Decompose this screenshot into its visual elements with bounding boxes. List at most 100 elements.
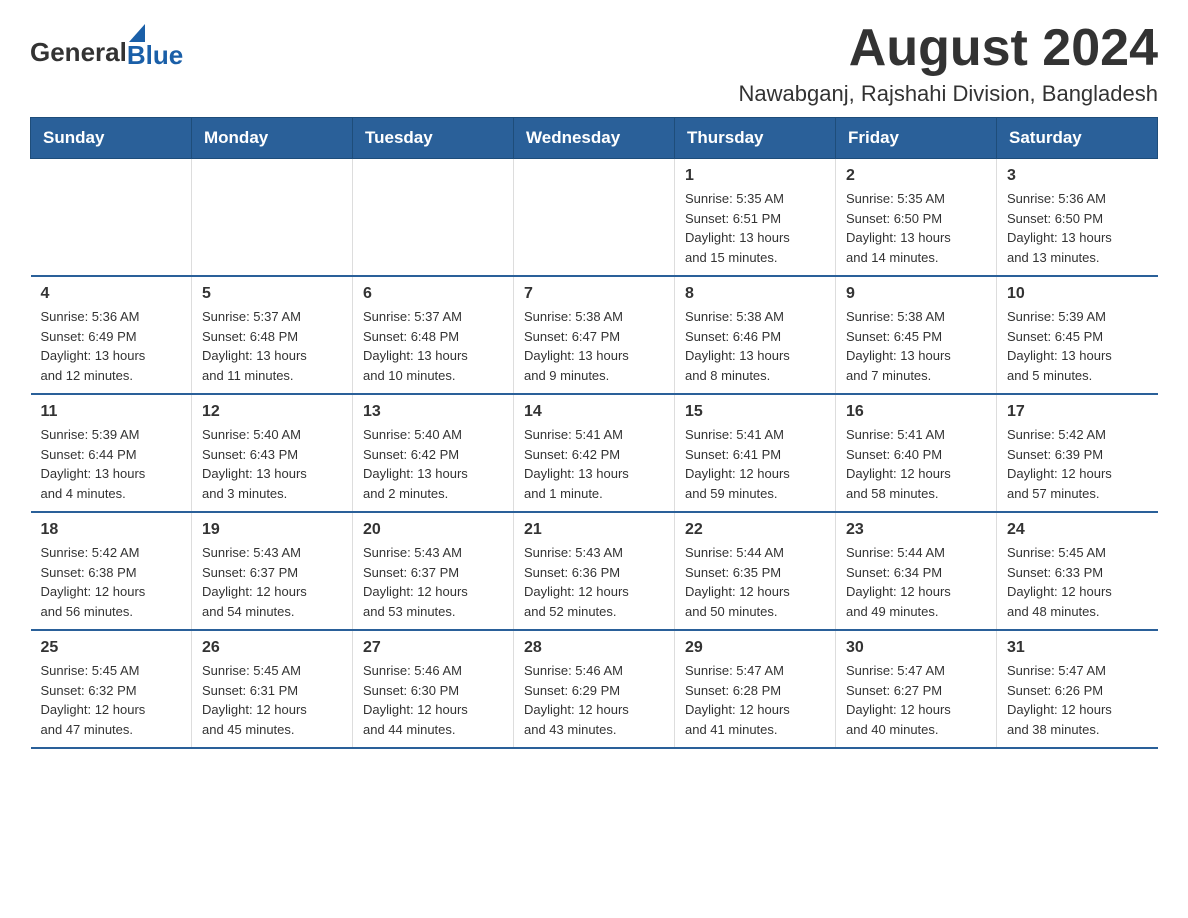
day-number: 6 — [363, 285, 503, 303]
day-cell: 30Sunrise: 5:47 AMSunset: 6:27 PMDayligh… — [836, 630, 997, 748]
day-number: 19 — [202, 521, 342, 539]
day-number: 15 — [685, 403, 825, 421]
day-info: Sunrise: 5:47 AMSunset: 6:26 PMDaylight:… — [1007, 661, 1148, 739]
day-cell: 13Sunrise: 5:40 AMSunset: 6:42 PMDayligh… — [353, 394, 514, 512]
header-row: SundayMondayTuesdayWednesdayThursdayFrid… — [31, 118, 1158, 159]
day-info: Sunrise: 5:43 AMSunset: 6:37 PMDaylight:… — [202, 543, 342, 621]
day-number: 11 — [41, 403, 182, 421]
day-cell: 24 Sunrise: 5:45 AMSunset: 6:33 PMDayligh… — [997, 512, 1158, 630]
day-info: Sunrise: 5:35 AMSunset: 6:50 PMDaylight:… — [846, 189, 986, 267]
day-cell: 21 Sunrise: 5:43 AMSunset: 6:36 PMDayligh… — [514, 512, 675, 630]
day-cell: 17Sunrise: 5:42 AMSunset: 6:39 PMDayligh… — [997, 394, 1158, 512]
day-number: 25 — [41, 639, 182, 657]
calendar-table: SundayMondayTuesdayWednesdayThursdayFrid… — [30, 117, 1158, 749]
day-info: Sunrise: 5:44 AMSunset: 6:35 PMDaylight:… — [685, 543, 825, 621]
day-number: 9 — [846, 285, 986, 303]
day-cell: 12Sunrise: 5:40 AMSunset: 6:43 PMDayligh… — [192, 394, 353, 512]
day-number: 20 — [363, 521, 503, 539]
day-cell: 9 Sunrise: 5:38 AMSunset: 6:45 PMDaylight… — [836, 276, 997, 394]
day-info: Sunrise: 5:47 AMSunset: 6:28 PMDaylight:… — [685, 661, 825, 739]
day-number: 22 — [685, 521, 825, 539]
day-cell — [31, 159, 192, 277]
day-info: Sunrise: 5:39 AMSunset: 6:44 PMDaylight:… — [41, 425, 182, 503]
week-row-2: 4Sunrise: 5:36 AMSunset: 6:49 PMDaylight… — [31, 276, 1158, 394]
day-cell: 6Sunrise: 5:37 AMSunset: 6:48 PMDaylight… — [353, 276, 514, 394]
day-number: 10 — [1007, 285, 1148, 303]
header-cell-sunday: Sunday — [31, 118, 192, 159]
day-cell: 10 Sunrise: 5:39 AMSunset: 6:45 PMDayligh… — [997, 276, 1158, 394]
day-number: 2 — [846, 167, 986, 185]
day-cell: 2 Sunrise: 5:35 AMSunset: 6:50 PMDaylight… — [836, 159, 997, 277]
month-year-title: August 2024 — [739, 20, 1158, 77]
location-title: Nawabganj, Rajshahi Division, Bangladesh — [739, 81, 1158, 107]
day-info: Sunrise: 5:45 AMSunset: 6:32 PMDaylight:… — [41, 661, 182, 739]
day-info: Sunrise: 5:41 AMSunset: 6:41 PMDaylight:… — [685, 425, 825, 503]
day-number: 23 — [846, 521, 986, 539]
day-info: Sunrise: 5:39 AMSunset: 6:45 PMDaylight:… — [1007, 307, 1148, 385]
day-info: Sunrise: 5:42 AMSunset: 6:38 PMDaylight:… — [41, 543, 182, 621]
logo-general-text: General — [30, 37, 127, 68]
day-info: Sunrise: 5:38 AMSunset: 6:46 PMDaylight:… — [685, 307, 825, 385]
header-cell-friday: Friday — [836, 118, 997, 159]
day-cell: 16 Sunrise: 5:41 AMSunset: 6:40 PMDayligh… — [836, 394, 997, 512]
day-number: 14 — [524, 403, 664, 421]
day-number: 12 — [202, 403, 342, 421]
day-number: 31 — [1007, 639, 1148, 657]
week-row-4: 18 Sunrise: 5:42 AMSunset: 6:38 PMDayligh… — [31, 512, 1158, 630]
day-cell: 11 Sunrise: 5:39 AMSunset: 6:44 PMDayligh… — [31, 394, 192, 512]
day-cell: 4Sunrise: 5:36 AMSunset: 6:49 PMDaylight… — [31, 276, 192, 394]
week-row-5: 25 Sunrise: 5:45 AMSunset: 6:32 PMDayligh… — [31, 630, 1158, 748]
logo-blue-text: Blue — [127, 42, 183, 68]
day-cell: 5 Sunrise: 5:37 AMSunset: 6:48 PMDaylight… — [192, 276, 353, 394]
day-info: Sunrise: 5:45 AMSunset: 6:31 PMDaylight:… — [202, 661, 342, 739]
day-cell: 18 Sunrise: 5:42 AMSunset: 6:38 PMDayligh… — [31, 512, 192, 630]
day-info: Sunrise: 5:44 AMSunset: 6:34 PMDaylight:… — [846, 543, 986, 621]
day-cell: 3Sunrise: 5:36 AMSunset: 6:50 PMDaylight… — [997, 159, 1158, 277]
day-cell: 15 Sunrise: 5:41 AMSunset: 6:41 PMDayligh… — [675, 394, 836, 512]
day-cell: 8 Sunrise: 5:38 AMSunset: 6:46 PMDaylight… — [675, 276, 836, 394]
header-cell-monday: Monday — [192, 118, 353, 159]
day-number: 27 — [363, 639, 503, 657]
day-number: 28 — [524, 639, 664, 657]
day-info: Sunrise: 5:41 AMSunset: 6:40 PMDaylight:… — [846, 425, 986, 503]
day-info: Sunrise: 5:38 AMSunset: 6:45 PMDaylight:… — [846, 307, 986, 385]
header: General Blue August 2024 Nawabganj, Rajs… — [30, 20, 1158, 107]
day-number: 5 — [202, 285, 342, 303]
header-cell-wednesday: Wednesday — [514, 118, 675, 159]
day-number: 29 — [685, 639, 825, 657]
day-info: Sunrise: 5:46 AMSunset: 6:30 PMDaylight:… — [363, 661, 503, 739]
day-cell: 27 Sunrise: 5:46 AMSunset: 6:30 PMDayligh… — [353, 630, 514, 748]
day-cell: 23 Sunrise: 5:44 AMSunset: 6:34 PMDayligh… — [836, 512, 997, 630]
day-cell — [353, 159, 514, 277]
logo: General Blue — [30, 20, 183, 68]
day-info: Sunrise: 5:35 AMSunset: 6:51 PMDaylight:… — [685, 189, 825, 267]
day-cell: 14 Sunrise: 5:41 AMSunset: 6:42 PMDayligh… — [514, 394, 675, 512]
day-cell: 20 Sunrise: 5:43 AMSunset: 6:37 PMDayligh… — [353, 512, 514, 630]
day-info: Sunrise: 5:46 AMSunset: 6:29 PMDaylight:… — [524, 661, 664, 739]
day-cell — [192, 159, 353, 277]
day-number: 26 — [202, 639, 342, 657]
day-number: 21 — [524, 521, 664, 539]
day-number: 16 — [846, 403, 986, 421]
day-number: 1 — [685, 167, 825, 185]
day-cell: 7 Sunrise: 5:38 AMSunset: 6:47 PMDaylight… — [514, 276, 675, 394]
day-info: Sunrise: 5:37 AMSunset: 6:48 PMDaylight:… — [202, 307, 342, 385]
day-info: Sunrise: 5:43 AMSunset: 6:36 PMDaylight:… — [524, 543, 664, 621]
day-number: 24 — [1007, 521, 1148, 539]
day-info: Sunrise: 5:40 AMSunset: 6:42 PMDaylight:… — [363, 425, 503, 503]
day-info: Sunrise: 5:38 AMSunset: 6:47 PMDaylight:… — [524, 307, 664, 385]
day-cell: 19 Sunrise: 5:43 AMSunset: 6:37 PMDayligh… — [192, 512, 353, 630]
day-number: 8 — [685, 285, 825, 303]
day-number: 3 — [1007, 167, 1148, 185]
day-number: 18 — [41, 521, 182, 539]
day-number: 30 — [846, 639, 986, 657]
title-area: August 2024 Nawabganj, Rajshahi Division… — [739, 20, 1158, 107]
day-info: Sunrise: 5:45 AMSunset: 6:33 PMDaylight:… — [1007, 543, 1148, 621]
week-row-1: 1 Sunrise: 5:35 AMSunset: 6:51 PMDaylight… — [31, 159, 1158, 277]
day-number: 7 — [524, 285, 664, 303]
day-cell: 25 Sunrise: 5:45 AMSunset: 6:32 PMDayligh… — [31, 630, 192, 748]
day-info: Sunrise: 5:43 AMSunset: 6:37 PMDaylight:… — [363, 543, 503, 621]
week-row-3: 11 Sunrise: 5:39 AMSunset: 6:44 PMDayligh… — [31, 394, 1158, 512]
day-cell — [514, 159, 675, 277]
day-info: Sunrise: 5:41 AMSunset: 6:42 PMDaylight:… — [524, 425, 664, 503]
